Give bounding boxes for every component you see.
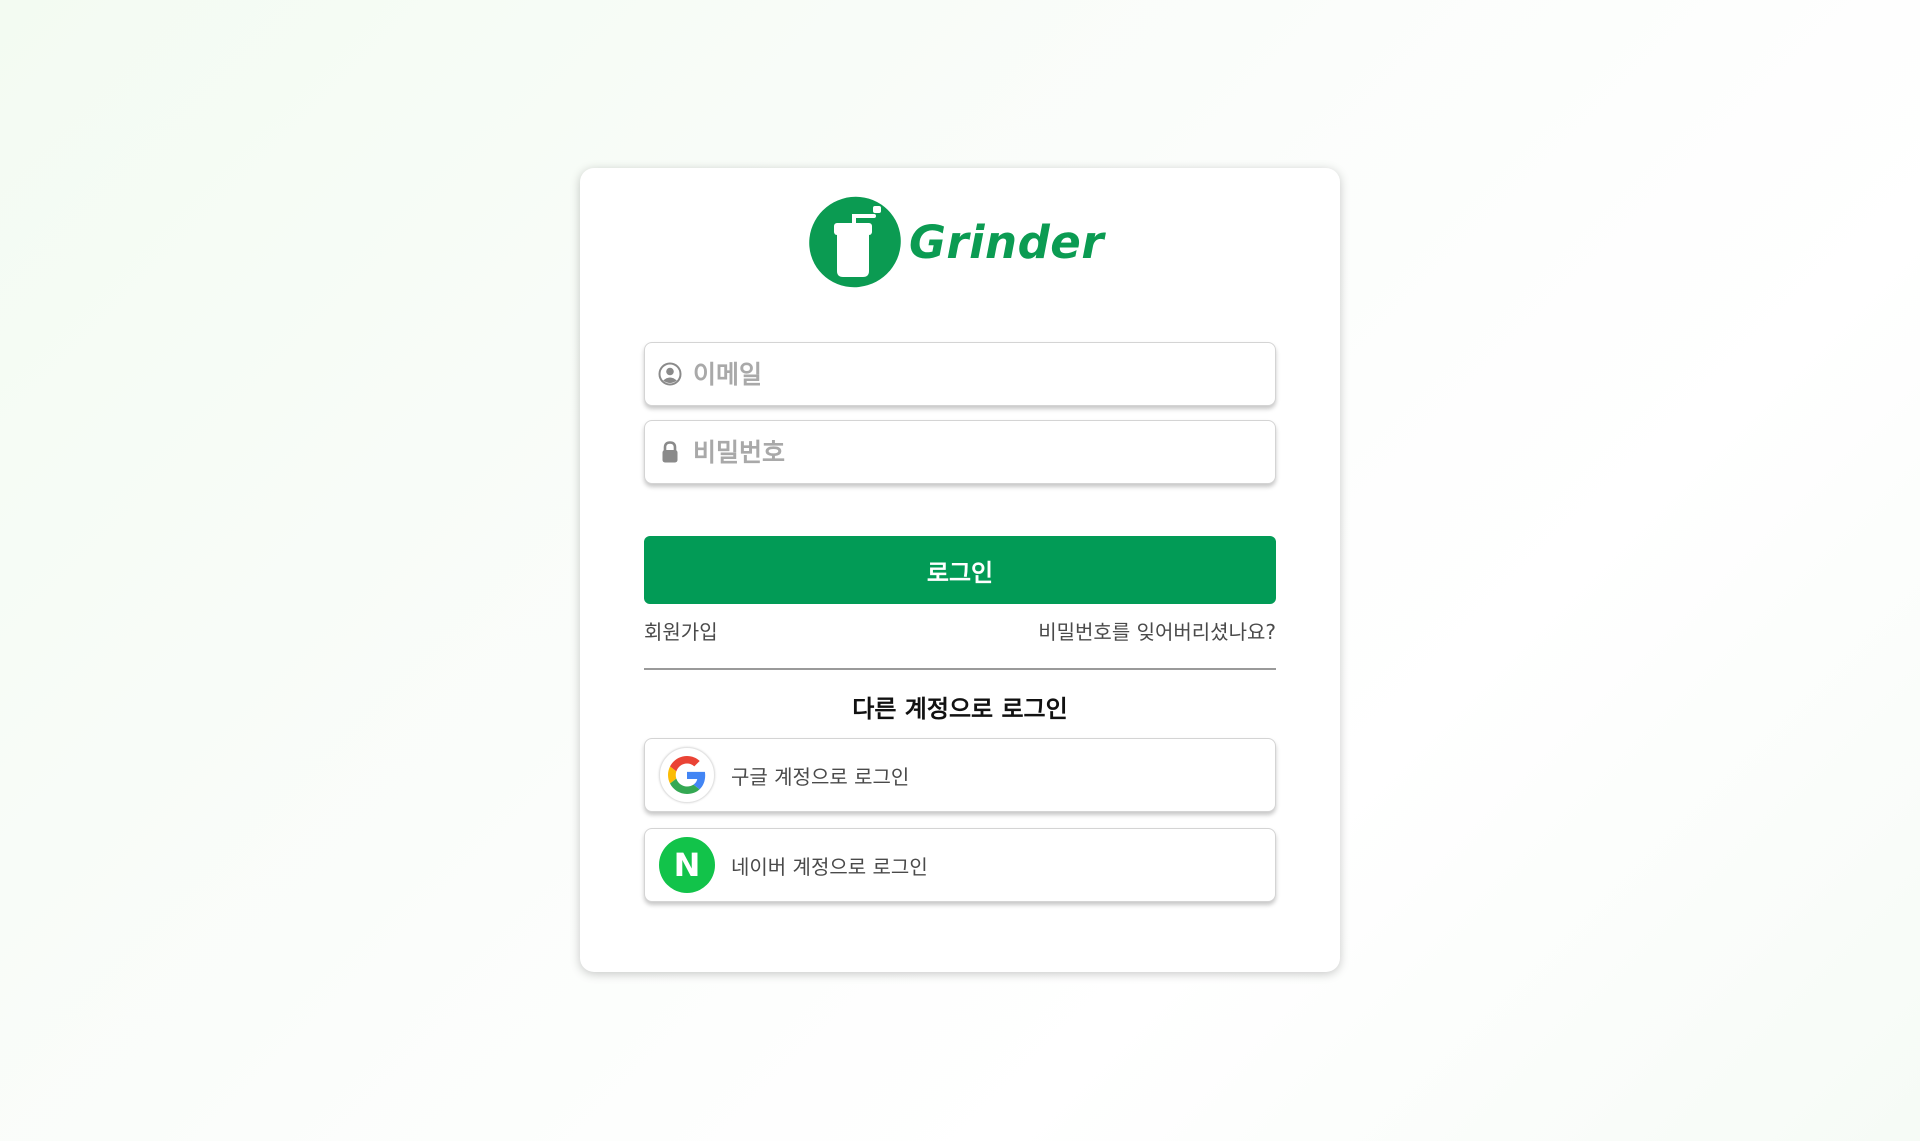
google-icon: [659, 747, 715, 803]
google-login-label: 구글 계정으로 로그인: [731, 764, 910, 789]
password-field[interactable]: [644, 420, 1276, 484]
divider: [644, 668, 1276, 670]
signup-link[interactable]: 회원가입: [644, 616, 718, 645]
naver-login-button[interactable]: N 네이버 계정으로 로그인: [644, 828, 1276, 902]
password-input[interactable]: [693, 437, 1253, 467]
coffee-grinder-icon: [809, 196, 901, 288]
naver-icon: N: [659, 837, 715, 893]
email-input[interactable]: [693, 359, 1253, 389]
google-login-button[interactable]: 구글 계정으로 로그인: [644, 738, 1276, 812]
brand-logo: Grinder: [807, 194, 1104, 290]
email-field[interactable]: [644, 342, 1276, 406]
naver-login-label: 네이버 계정으로 로그인: [731, 854, 928, 879]
lock-icon: [657, 439, 683, 465]
login-button[interactable]: 로그인: [644, 536, 1276, 604]
brand-name: Grinder: [909, 215, 1105, 269]
forgot-password-link[interactable]: 비밀번호를 잊어버리셨나요?: [1038, 616, 1276, 645]
alt-login-title: 다른 계정으로 로그인: [852, 695, 1068, 723]
user-circle-icon: [657, 361, 683, 387]
login-card: Grinder 로그인 회원가입 비밀번호를 잊어버리셨나요? 다른 계정으로 …: [580, 168, 1340, 972]
